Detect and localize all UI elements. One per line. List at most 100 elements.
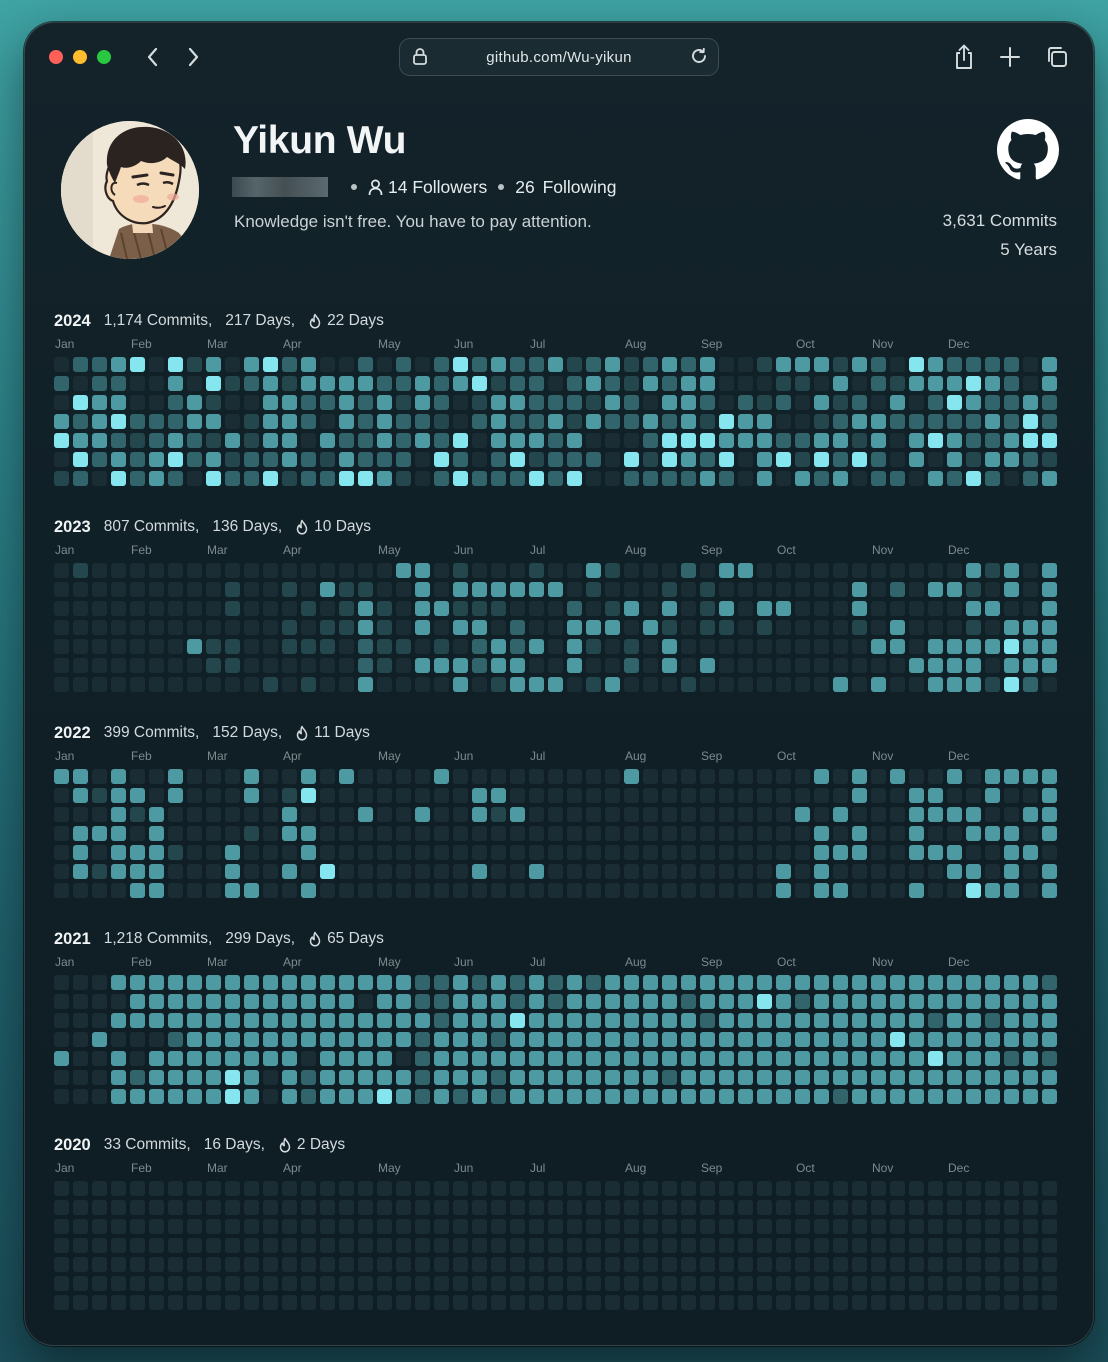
contribution-cell[interactable] [814, 1089, 829, 1104]
contribution-cell[interactable] [168, 1051, 183, 1066]
contribution-cell[interactable] [111, 639, 126, 654]
contribution-cell[interactable] [947, 471, 962, 486]
contribution-cell[interactable] [928, 433, 943, 448]
contribution-cell[interactable] [339, 1070, 354, 1085]
contribution-cell[interactable] [966, 620, 981, 635]
contribution-cell[interactable] [377, 677, 392, 692]
contribution-cell[interactable] [643, 563, 658, 578]
contribution-cell[interactable] [643, 788, 658, 803]
contribution-cell[interactable] [415, 1276, 430, 1291]
contribution-cell[interactable] [871, 845, 886, 860]
contribution-cell[interactable] [833, 883, 848, 898]
contribution-cell[interactable] [54, 658, 69, 673]
contribution-cell[interactable] [396, 1089, 411, 1104]
contribution-cell[interactable] [928, 601, 943, 616]
contribution-cell[interactable] [909, 864, 924, 879]
contribution-cell[interactable] [548, 883, 563, 898]
contribution-cell[interactable] [377, 975, 392, 990]
contribution-cell[interactable] [586, 582, 601, 597]
contribution-cell[interactable] [871, 658, 886, 673]
contribution-cell[interactable] [377, 1200, 392, 1215]
contribution-cell[interactable] [890, 864, 905, 879]
contribution-cell[interactable] [339, 677, 354, 692]
contribution-cell[interactable] [757, 452, 772, 467]
contribution-cell[interactable] [339, 1295, 354, 1310]
contribution-cell[interactable] [168, 452, 183, 467]
contribution-cell[interactable] [567, 1276, 582, 1291]
contribution-cell[interactable] [282, 1219, 297, 1234]
contribution-cell[interactable] [795, 1013, 810, 1028]
contribution-cell[interactable] [700, 395, 715, 410]
contribution-cell[interactable] [833, 826, 848, 841]
contribution-cell[interactable] [890, 376, 905, 391]
contribution-cell[interactable] [833, 433, 848, 448]
contribution-cell[interactable] [852, 1219, 867, 1234]
contribution-cell[interactable] [719, 620, 734, 635]
contribution-cell[interactable] [586, 1032, 601, 1047]
contribution-cell[interactable] [852, 1238, 867, 1253]
contribution-cell[interactable] [738, 807, 753, 822]
contribution-cell[interactable] [795, 883, 810, 898]
contribution-cell[interactable] [415, 769, 430, 784]
contribution-cell[interactable] [1023, 620, 1038, 635]
contribution-cell[interactable] [681, 1070, 696, 1085]
contribution-cell[interactable] [529, 826, 544, 841]
contribution-cell[interactable] [966, 452, 981, 467]
contribution-cell[interactable] [757, 788, 772, 803]
contribution-cell[interactable] [472, 357, 487, 372]
contribution-cell[interactable] [396, 1238, 411, 1253]
contribution-cell[interactable] [225, 1257, 240, 1272]
contribution-cell[interactable] [111, 658, 126, 673]
contribution-cell[interactable] [92, 1013, 107, 1028]
contribution-cell[interactable] [54, 826, 69, 841]
contribution-cell[interactable] [1023, 1295, 1038, 1310]
contribution-cell[interactable] [947, 769, 962, 784]
contribution-cell[interactable] [491, 1219, 506, 1234]
contribution-cell[interactable] [738, 826, 753, 841]
contribution-cell[interactable] [643, 1089, 658, 1104]
contribution-cell[interactable] [852, 807, 867, 822]
contribution-cell[interactable] [358, 1013, 373, 1028]
contribution-cell[interactable] [320, 1070, 335, 1085]
contribution-cell[interactable] [73, 414, 88, 429]
contribution-cell[interactable] [662, 883, 677, 898]
contribution-cell[interactable] [643, 658, 658, 673]
contribution-cell[interactable] [814, 639, 829, 654]
contribution-cell[interactable] [757, 376, 772, 391]
contribution-cell[interactable] [928, 563, 943, 578]
contribution-cell[interactable] [320, 1219, 335, 1234]
contribution-cell[interactable] [700, 1200, 715, 1215]
contribution-cell[interactable] [1023, 864, 1038, 879]
contribution-cell[interactable] [130, 582, 145, 597]
contribution-cell[interactable] [928, 1257, 943, 1272]
contribution-cell[interactable] [111, 601, 126, 616]
contribution-cell[interactable] [890, 677, 905, 692]
contribution-cell[interactable] [719, 1089, 734, 1104]
contribution-cell[interactable] [263, 357, 278, 372]
contribution-cell[interactable] [282, 1200, 297, 1215]
contribution-cell[interactable] [92, 1051, 107, 1066]
contribution-cell[interactable] [681, 563, 696, 578]
contribution-cell[interactable] [624, 1089, 639, 1104]
contribution-cell[interactable] [700, 1238, 715, 1253]
contribution-cell[interactable] [263, 433, 278, 448]
contribution-cell[interactable] [681, 601, 696, 616]
contribution-cell[interactable] [377, 414, 392, 429]
contribution-cell[interactable] [662, 677, 677, 692]
contribution-cell[interactable] [111, 769, 126, 784]
contribution-cell[interactable] [776, 975, 791, 990]
contribution-cell[interactable] [92, 1238, 107, 1253]
contribution-cell[interactable] [776, 1200, 791, 1215]
contribution-cell[interactable] [358, 433, 373, 448]
contribution-cell[interactable] [73, 582, 88, 597]
contribution-cell[interactable] [909, 376, 924, 391]
contribution-cell[interactable] [244, 1219, 259, 1234]
contribution-cell[interactable] [320, 639, 335, 654]
contribution-cell[interactable] [1042, 414, 1057, 429]
contribution-cell[interactable] [757, 1276, 772, 1291]
contribution-cell[interactable] [700, 1181, 715, 1196]
contribution-cell[interactable] [890, 788, 905, 803]
contribution-cell[interactable] [301, 563, 316, 578]
contribution-cell[interactable] [776, 864, 791, 879]
contribution-cell[interactable] [187, 883, 202, 898]
